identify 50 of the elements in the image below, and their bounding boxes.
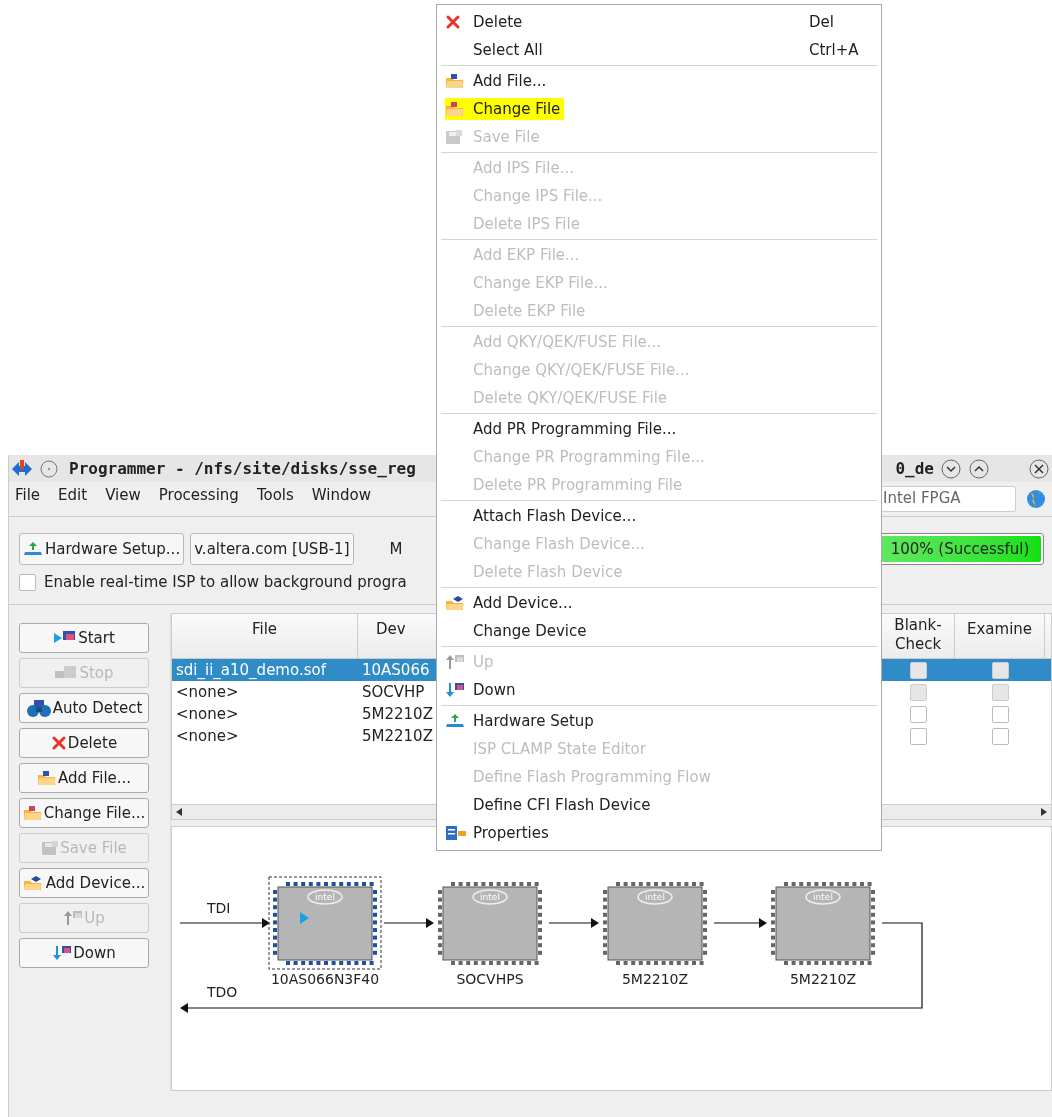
window-title: 0_de [895, 457, 934, 480]
menu-item-label: Hardware Setup [473, 710, 594, 732]
file-cell-text: <none> [175, 703, 240, 725]
file-cell-text: sdi_ii_a10_demo.sof [175, 659, 328, 681]
device-cell-text: 10AS066 [361, 659, 431, 681]
checkbox-label: Enable real-time ISP to allow background progra [44, 572, 407, 593]
menu-item-label: Add EKP File... [473, 244, 580, 266]
menu-item-label: Add IPS File... [473, 157, 574, 179]
device-label: 10AS066N3F40 [270, 971, 380, 987]
tdo-label: TDO [207, 984, 238, 1000]
progress-text: 100% (Successful) [889, 538, 1031, 560]
menu-item-label: Down [473, 679, 516, 701]
menu-item-label: Delete Flash Device [473, 561, 623, 583]
menu-item-label: Properties [473, 822, 549, 844]
menu-item-label: Change Flash Device... [473, 533, 645, 555]
menu-item-label: Add File... [473, 70, 547, 92]
menu-item-label: Define Flash Programming Flow [473, 766, 711, 788]
menu-item-label: ISP CLAMP State Editor [473, 738, 646, 760]
menu-item-label: Change File [445, 97, 565, 121]
menu-item-label: Select All [473, 39, 543, 61]
file-cell-text: <none> [175, 725, 240, 747]
menu-item-label: Delete IPS File [473, 213, 580, 235]
menu-item-label: Change Device [473, 620, 587, 642]
menu-item-label: Define CFI Flash Device [473, 794, 651, 816]
device-label: 5M2210Z [789, 971, 857, 987]
shortcut-label: Del [809, 11, 835, 33]
menu-item-label: Change IPS File... [473, 185, 603, 207]
menu-item-label: Delete [473, 11, 523, 33]
menu-item-label: Delete PR Programming File [473, 474, 683, 496]
menu-item-label: Attach Flash Device... [473, 505, 637, 527]
menu-item-label: Add PR Programming File... [473, 418, 677, 440]
menu-item-label: Delete QKY/QEK/FUSE File [473, 387, 668, 409]
menu-item-label: Delete EKP File [473, 300, 586, 322]
shortcut-label: Ctrl+A [809, 39, 860, 61]
device-cell-text: 5M2210Z [361, 725, 434, 747]
menu-item-label: Change EKP File... [473, 272, 608, 294]
menu-item-label: Save File [473, 126, 540, 148]
mode-label: M [389, 538, 403, 560]
menu-item-label: Change PR Programming File... [473, 446, 705, 468]
device-label: 5M2210Z [621, 971, 689, 987]
menu-item-label: Add Device... [473, 592, 573, 614]
file-cell-text: <none> [175, 681, 240, 703]
menu-item-label: Change QKY/QEK/FUSE File... [473, 359, 690, 381]
menu-item-label: Up [473, 651, 494, 673]
device-label: SOCVHPS [456, 971, 524, 987]
window-title: Programmer - /nfs/site/disks/sse_reg [69, 457, 416, 480]
device-cell-text: SOCVHP [361, 681, 426, 703]
device-cell-text: 5M2210Z [361, 703, 434, 725]
tdi-label: TDI [207, 900, 231, 916]
menu-item-label: Add QKY/QEK/FUSE File... [473, 331, 662, 353]
